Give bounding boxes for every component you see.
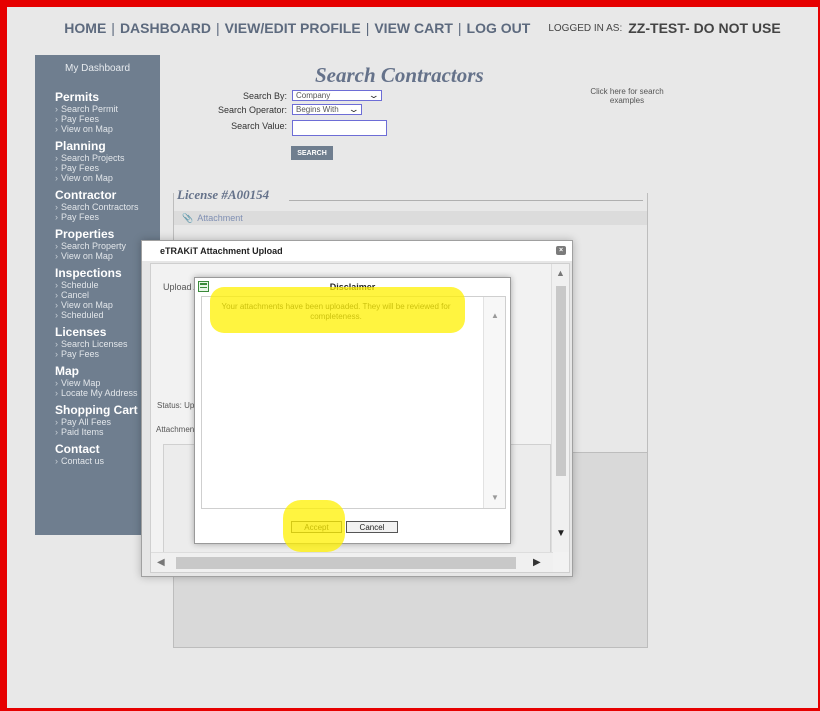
sidebar-item-pay-fees[interactable]: Pay Fees — [55, 114, 160, 124]
nav-log-out[interactable]: LOG OUT — [467, 20, 531, 36]
attachment-link[interactable]: Attachment — [197, 213, 243, 223]
search-button[interactable]: SEARCH — [291, 146, 333, 160]
disclaimer-message: Your attachments have been uploaded. The… — [221, 302, 451, 321]
sidebar-section-contractor: Contractor Search Contractors Pay Fees — [35, 188, 160, 223]
search-by-select[interactable]: Company ⌄ — [292, 90, 382, 101]
disclaimer-body: Your attachments have been uploaded. The… — [201, 296, 506, 509]
nav-view-edit-profile[interactable]: VIEW/EDIT PROFILE — [225, 20, 361, 36]
vertical-scrollbar[interactable]: ▲ ▼ — [551, 264, 569, 552]
disclaimer-scrollbar[interactable]: ▲ ▼ — [483, 297, 505, 508]
upload-modal-header: eTRAKiT Attachment Upload × — [142, 241, 572, 261]
license-title: License #A00154 — [177, 187, 270, 202]
nav-home[interactable]: HOME — [64, 20, 106, 36]
nav-separator: | — [365, 20, 370, 36]
sidebar-section-planning: Planning Search Projects Pay Fees View o… — [35, 139, 160, 184]
disclaimer-dialog: Disclaimer Your attachments have been up… — [194, 277, 511, 544]
accept-button[interactable]: Accept — [291, 521, 342, 533]
search-operator-label: Search Operator: — [217, 104, 287, 115]
disclaimer-buttons: Accept Cancel — [291, 521, 398, 533]
paperclip-icon: 📎 — [182, 212, 194, 223]
nav-separator: | — [457, 20, 462, 36]
chevron-down-icon: ⌄ — [348, 104, 361, 114]
logged-in-user: ZZ-TEST- DO NOT USE — [628, 20, 781, 36]
nav-separator: | — [111, 20, 115, 36]
sidebar-item-search-permit[interactable]: Search Permit — [55, 104, 160, 114]
sidebar-section-permits: Permits Search Permit Pay Fees View on M… — [35, 90, 160, 135]
sidebar-item-search-projects[interactable]: Search Projects — [55, 153, 160, 163]
logged-in-label: LOGGED IN AS: — [548, 22, 623, 34]
sidebar-item-pay-fees[interactable]: Pay Fees — [55, 163, 160, 173]
red-frame-left — [0, 0, 7, 711]
search-by-label: Search By: — [242, 90, 287, 101]
sidebar-section-title: Planning — [55, 139, 106, 153]
sidebar-item-pay-fees[interactable]: Pay Fees — [55, 212, 160, 222]
page-title: Search Contractors — [315, 63, 484, 87]
nav-separator: | — [215, 20, 220, 36]
page: HOME | DASHBOARD | VIEW/EDIT PROFILE | V… — [7, 7, 818, 708]
red-frame-top — [0, 0, 820, 7]
scroll-down-icon[interactable]: ▼ — [556, 528, 566, 539]
license-divider — [289, 200, 643, 201]
cancel-button[interactable]: Cancel — [346, 521, 398, 533]
horizontal-scrollbar[interactable]: ◀ ▶ — [151, 552, 553, 572]
search-operator-select[interactable]: Begins With ⌄ — [292, 104, 362, 115]
nav-dashboard[interactable]: DASHBOARD — [120, 20, 211, 36]
chevron-down-icon: ⌄ — [368, 90, 381, 100]
attachment-bar: 📎 Attachment — [174, 211, 647, 225]
sidebar-section-title: Permits — [55, 90, 100, 104]
scroll-right-icon[interactable]: ▶ — [533, 557, 541, 568]
sidebar-dashboard-link[interactable]: My Dashboard — [35, 55, 160, 91]
search-value-label: Search Value: — [231, 121, 287, 131]
search-value-input[interactable] — [292, 119, 387, 136]
sidebar-section-title: Contractor — [55, 188, 117, 202]
document-icon — [198, 281, 209, 292]
scroll-thumb[interactable] — [556, 286, 566, 476]
scroll-thumb[interactable] — [176, 557, 516, 569]
disclaimer-title: Disclaimer — [329, 282, 376, 292]
search-examples-link[interactable]: Click here for search examples — [587, 87, 667, 105]
scroll-up-icon[interactable]: ▲ — [556, 268, 565, 278]
search-by-value: Company — [296, 91, 331, 100]
scroll-up-icon[interactable]: ▲ — [491, 311, 499, 320]
close-icon[interactable]: × — [556, 246, 566, 255]
scroll-left-icon[interactable]: ◀ — [157, 557, 165, 568]
search-operator-value: Begins With — [296, 105, 339, 114]
sidebar-item-search-contractors[interactable]: Search Contractors — [55, 202, 160, 212]
upload-modal-title: eTRAKiT Attachment Upload — [160, 246, 283, 256]
nav-view-cart[interactable]: VIEW CART — [374, 20, 453, 36]
search-form: Search By: Company ⌄ Search Operator: Be… — [207, 89, 387, 136]
sidebar-item-view-on-map[interactable]: View on Map — [55, 124, 160, 134]
top-nav: HOME | DASHBOARD | VIEW/EDIT PROFILE | V… — [7, 7, 818, 49]
disclaimer-header: Disclaimer — [195, 278, 510, 296]
scroll-down-icon[interactable]: ▼ — [491, 493, 499, 502]
sidebar-item-view-on-map[interactable]: View on Map — [55, 173, 160, 183]
